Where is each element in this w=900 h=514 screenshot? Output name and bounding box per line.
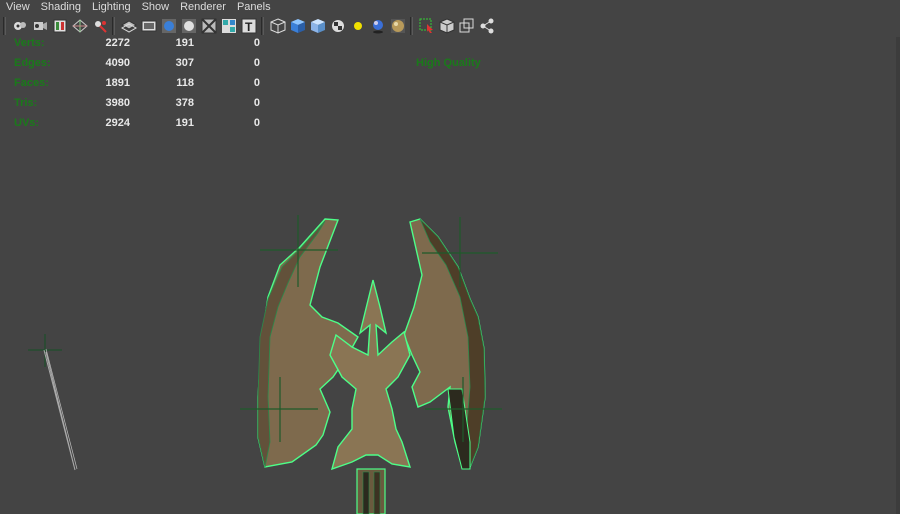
hud-value: 118: [176, 77, 194, 89]
menu-lighting[interactable]: Lighting: [86, 0, 136, 15]
toolbar-separator: [410, 17, 413, 35]
hud-value: 0: [253, 97, 260, 109]
wireframe-shaded-icon[interactable]: [120, 17, 138, 35]
mesh-emblem[interactable]: [257, 218, 486, 514]
hud-label-uvs: UVs:: [14, 117, 40, 129]
hud-value: 3980: [105, 97, 130, 109]
menu-panels[interactable]: Panels: [231, 0, 276, 15]
handle: [356, 468, 386, 514]
hud-value: 307: [175, 57, 194, 69]
svg-text:T: T: [245, 20, 253, 34]
hud-value: 4090: [105, 57, 130, 69]
resolution-gate-icon[interactable]: [140, 17, 158, 35]
textured-cube-icon[interactable]: [309, 17, 327, 35]
toolbar-separator: [112, 17, 115, 35]
handle-dark-strip: [373, 471, 381, 514]
hud-value: 2272: [105, 37, 130, 49]
menu-renderer[interactable]: Renderer: [174, 0, 231, 15]
panel-toolbar: T: [0, 15, 900, 38]
menu-bar: View Shading Lighting Show Renderer Pane…: [0, 0, 900, 15]
hud-label-verts: Verts:: [14, 37, 45, 49]
locator-left: [28, 334, 78, 471]
wireframe-cube-icon[interactable]: [269, 17, 287, 35]
hud-value: 191: [175, 117, 194, 129]
xray-icon[interactable]: [200, 17, 218, 35]
hud-value: 378: [175, 97, 194, 109]
handle-dark-strip: [362, 471, 370, 514]
hud-value: 2924: [105, 117, 130, 129]
image-plane-icon[interactable]: [51, 17, 69, 35]
hud-value: 0: [253, 117, 260, 129]
quality-label: High Quality: [416, 57, 481, 69]
grid-icon[interactable]: [71, 17, 89, 35]
viewport-scene: [28, 215, 502, 514]
flat-shade-icon[interactable]: [180, 17, 198, 35]
menu-view[interactable]: View: [0, 0, 35, 15]
isolate-select-icon[interactable]: [438, 17, 456, 35]
3d-viewport[interactable]: Verts: 2272 191 0 Edges: 4090 307 0 Face…: [0, 37, 896, 514]
menu-shading[interactable]: Shading: [35, 0, 86, 15]
text-icon[interactable]: T: [240, 17, 258, 35]
isolate-view-icon[interactable]: [458, 17, 476, 35]
hud-value: 191: [175, 37, 194, 49]
toolbar-separator: [261, 17, 264, 35]
menu-show[interactable]: Show: [136, 0, 175, 15]
share-icon[interactable]: [478, 17, 496, 35]
hud-value: 0: [253, 77, 260, 89]
center-trident: [329, 279, 412, 471]
hud-value: 1891: [105, 77, 130, 89]
hud-label-tris: Tris:: [14, 97, 38, 109]
camera-attributes-icon[interactable]: [11, 17, 29, 35]
toolbar-separator: [3, 17, 6, 35]
smooth-shade-icon[interactable]: [160, 17, 178, 35]
film-gate-icon[interactable]: [91, 17, 109, 35]
bookmark-icon[interactable]: [31, 17, 49, 35]
shadow-sphere-icon[interactable]: [369, 17, 387, 35]
panel-border: [896, 37, 900, 514]
select-highlight-icon[interactable]: [418, 17, 436, 35]
shaded-cube-icon[interactable]: [289, 17, 307, 35]
checker-icon[interactable]: [329, 17, 347, 35]
hud-label-edges: Edges:: [14, 57, 51, 69]
hud-value: 0: [253, 37, 260, 49]
light-icon[interactable]: [349, 17, 367, 35]
hud-label-faces: Faces:: [14, 77, 49, 89]
ambient-occlusion-icon[interactable]: [389, 17, 407, 35]
hud-value: 0: [253, 57, 260, 69]
texture-icon[interactable]: [220, 17, 238, 35]
